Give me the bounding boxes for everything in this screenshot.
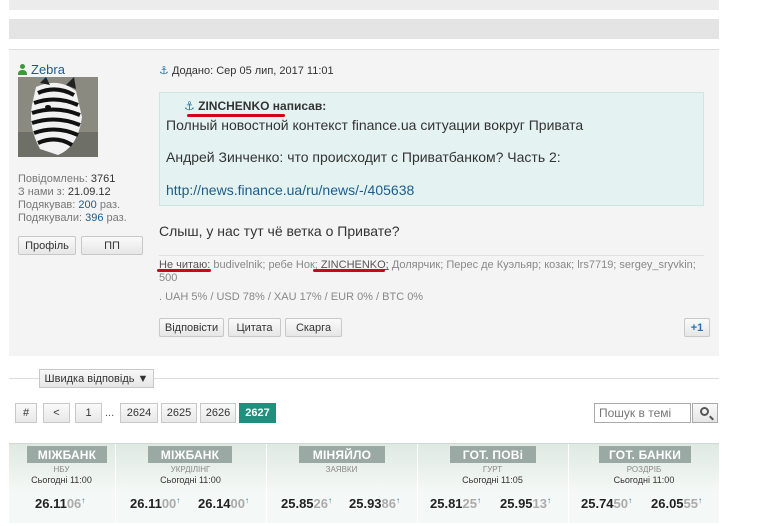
username[interactable]: Zebra (31, 62, 65, 77)
zebra-avatar-image (18, 77, 98, 157)
quote-line-1: Полный новостной контекст finance.ua сит… (166, 117, 584, 133)
page-hash-button[interactable]: # (15, 403, 37, 423)
quote-line-2: Андрей Зинченко: что происходит с Приват… (166, 149, 561, 165)
current-page: 2627 (239, 403, 276, 423)
currency-rates: . UAH 5% / USD 78% / XAU 17% / EUR 0% / … (159, 291, 424, 303)
quote-button[interactable]: Цитата (228, 318, 281, 337)
avatar (18, 77, 98, 157)
pagination-ellipsis: ... (105, 407, 115, 419)
red-underline-ignore (157, 269, 211, 272)
topic-search-input[interactable] (594, 403, 691, 423)
ticker-column[interactable]: МІЖБАНК НБУ Сьогодні 11:00 26.1106↑ (9, 444, 114, 524)
quote-block: ⚓ ZINCHENKO написав: Полный новостной ко… (159, 92, 704, 206)
search-button[interactable] (692, 403, 718, 423)
anchor-icon[interactable]: ⚓ (159, 65, 169, 77)
ignore-list: Не читаю: budivelnik; ребе Нок; ZINCHENK… (159, 259, 696, 284)
top-bar (9, 0, 719, 10)
report-button[interactable]: Скарга (285, 318, 342, 337)
red-underline-author (187, 114, 285, 117)
thanks-link[interactable]: 396 (85, 212, 103, 224)
plus-one-button[interactable]: +1 (684, 318, 710, 337)
quick-reply-toggle[interactable]: Швидка відповідь ▼ (39, 369, 154, 388)
ticker-column[interactable]: ГОТ. БАНКИ РОЗДРІБ Сьогодні 11:00 25.745… (568, 444, 719, 524)
prev-page-button[interactable]: < (43, 403, 70, 423)
post-separator-bar (9, 19, 719, 39)
profile-button[interactable]: Профіль (18, 236, 76, 255)
page-button[interactable]: 2624 (120, 403, 158, 423)
quote-author: ⚓ ZINCHENKO написав: (184, 99, 327, 113)
user-stats: Повідомлень: 3761 З нами з: 21.09.12 Под… (18, 173, 127, 224)
quote-anchor-icon[interactable]: ⚓ (184, 99, 195, 113)
ticker-column[interactable]: МІНЯЙЛО ЗАЯВКИ 25.8526↑ 25.9386↑ (266, 444, 416, 524)
thanked-link[interactable]: 200 (78, 199, 96, 211)
username-link[interactable]: Zebra (17, 62, 65, 77)
divider (154, 378, 719, 379)
user-online-icon (17, 63, 28, 76)
forum-post: Zebra Повідомлень: 3761 З нами з: 21.09.… (9, 49, 719, 356)
ticker-column[interactable]: МІЖБАНК УКРДІЛІНГ Сьогодні 11:00 26.1100… (115, 444, 265, 524)
post-date: ⚓ Додано: Сер 05 лип, 2017 11:01 (159, 65, 334, 77)
reply-button[interactable]: Відповісти (159, 318, 224, 337)
page-button[interactable]: 2626 (200, 403, 236, 423)
red-underline-zinchenko (313, 269, 385, 272)
signature-divider (159, 255, 704, 256)
search-icon (700, 407, 709, 416)
ticker-column[interactable]: ГОТ. ПОВі ГУРТ Сьогодні 11:05 25.8125↑ 2… (417, 444, 567, 524)
quote-link[interactable]: http://news.finance.ua/ru/news/-/405638 (166, 182, 414, 198)
page-button[interactable]: 2625 (161, 403, 197, 423)
pm-button[interactable]: ПП (81, 236, 143, 255)
currency-ticker: МІЖБАНК НБУ Сьогодні 11:00 26.1106↑ МІЖБ… (9, 443, 719, 524)
page-1-button[interactable]: 1 (75, 403, 102, 423)
post-message: Слыш, у нас тут чё ветка о Привате? (159, 223, 400, 239)
divider (9, 378, 39, 379)
